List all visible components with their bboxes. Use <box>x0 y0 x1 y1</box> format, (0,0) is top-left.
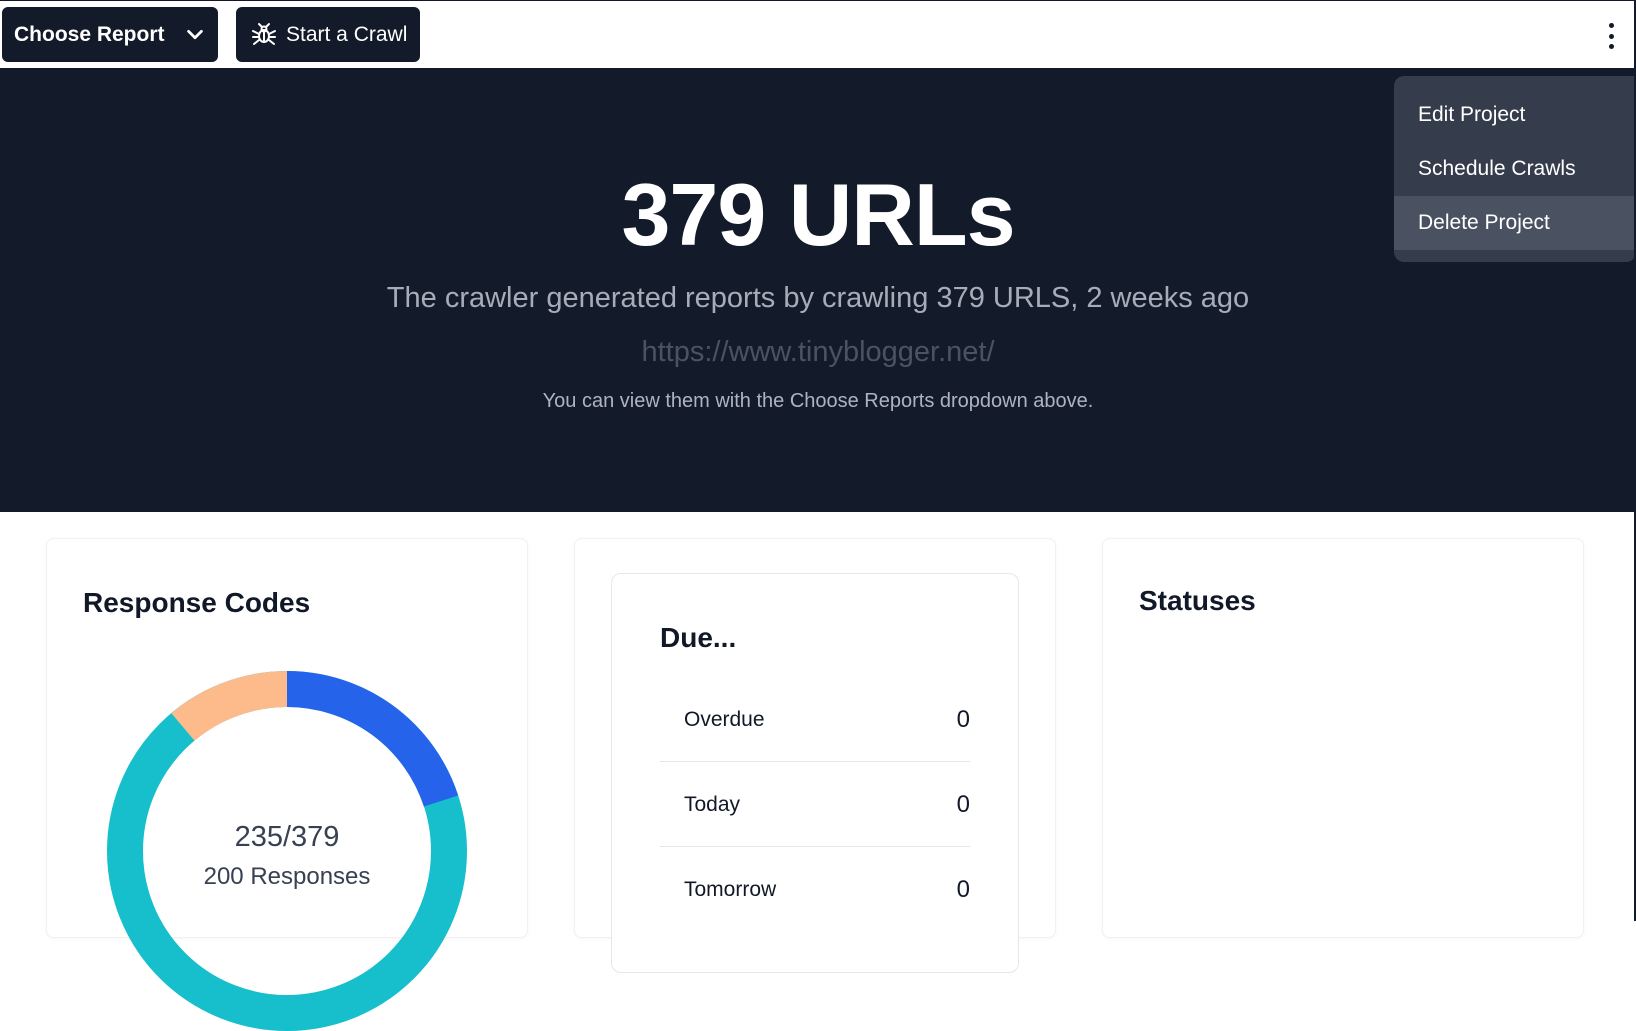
start-crawl-button[interactable]: Start a Crawl <box>236 7 420 62</box>
donut-segment-peach <box>171 671 288 742</box>
kebab-dot <box>1608 33 1614 39</box>
kebab-dot <box>1608 23 1614 28</box>
due-row-overdue: Overdue 0 <box>660 678 970 762</box>
menu-item-delete-project[interactable]: Delete Project <box>1394 196 1636 250</box>
due-row-today: Today 0 <box>660 763 970 847</box>
statuses-title: Statuses <box>1139 585 1256 616</box>
menu-item-edit-project[interactable]: Edit Project <box>1394 88 1636 142</box>
url-count-title: 379 URLs <box>621 165 1015 264</box>
bug-icon <box>252 22 276 45</box>
due-row-value: 0 <box>956 705 970 733</box>
donut-center-value: 235/379 <box>234 821 340 853</box>
due-row-label: Overdue <box>684 707 765 731</box>
due-row-value: 0 <box>956 790 970 818</box>
response-codes-card: Response Codes 235/379 200 Responses <box>46 538 528 1031</box>
project-url: https://www.tinyblogger.net/ <box>641 336 995 368</box>
kebab-dot <box>1608 44 1614 49</box>
choose-report-dropdown[interactable]: Choose Report <box>2 7 218 62</box>
due-card-wrapper: Due... Overdue 0 Today 0 Tomorrow 0 <box>574 538 1056 973</box>
start-crawl-label: Start a Crawl <box>286 22 408 46</box>
hero-banner: 379 URLs The crawler generated reports b… <box>0 68 1636 512</box>
more-options-icon[interactable] <box>1596 17 1626 55</box>
due-row-label: Today <box>684 792 741 816</box>
response-codes-title: Response Codes <box>83 587 311 618</box>
menu-item-schedule-crawls[interactable]: Schedule Crawls <box>1394 142 1636 196</box>
reports-hint-text: You can view them with the Choose Report… <box>542 390 1094 412</box>
top-toolbar: Choose Report Start a Crawl <box>0 0 1636 68</box>
due-title: Due... <box>660 622 737 653</box>
crawl-summary-text: The crawler generated reports by crawlin… <box>386 282 1250 314</box>
due-row-value: 0 <box>956 876 970 903</box>
statuses-card: Statuses <box>1102 538 1584 938</box>
project-options-menu: Edit Project Schedule Crawls Delete Proj… <box>1394 76 1636 262</box>
due-row-label: Tomorrow <box>684 878 777 901</box>
due-row-tomorrow: Tomorrow 0 <box>660 848 970 932</box>
choose-report-label: Choose Report <box>14 22 165 46</box>
donut-segment-blue <box>286 671 459 807</box>
due-card: Due... Overdue 0 Today 0 Tomorrow 0 <box>611 573 1019 973</box>
chevron-down-icon <box>187 29 203 40</box>
donut-center-label: 200 Responses <box>203 863 371 890</box>
